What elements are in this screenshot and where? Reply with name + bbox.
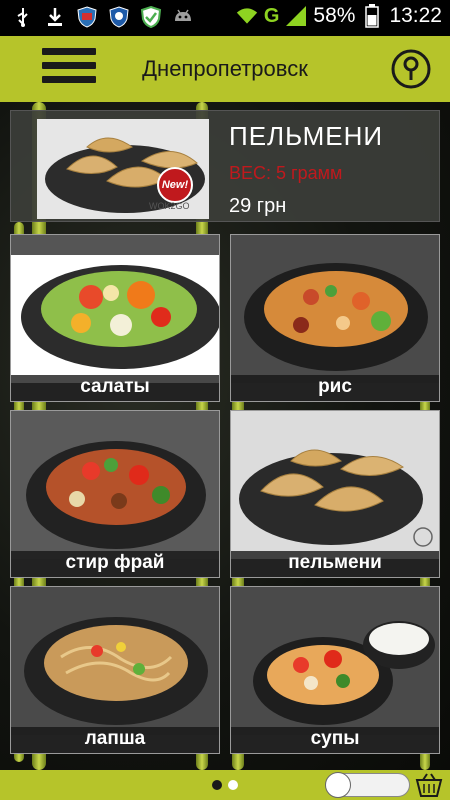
stir-fry-image (11, 411, 219, 559)
app-bar: Днепропетровск (0, 36, 450, 102)
new-badge: New! (157, 167, 193, 203)
category-label: салаты (11, 375, 219, 401)
category-tile-soups[interactable]: супы (230, 586, 440, 754)
category-tile-noodles[interactable]: лапша (10, 586, 220, 754)
rice-image (231, 235, 439, 383)
map-pin-icon[interactable] (390, 48, 432, 90)
cart-icon[interactable] (414, 772, 444, 798)
category-tile-salads[interactable]: салаты (10, 234, 220, 402)
soups-image (231, 587, 439, 735)
category-label: пельмени (231, 551, 439, 577)
download-icon (44, 6, 66, 28)
category-tile-stir-fry[interactable]: стир фрай (10, 410, 220, 578)
page-indicator (212, 780, 238, 790)
featured-title: ПЕЛЬМЕНИ (229, 121, 384, 151)
usb-icon (12, 6, 34, 28)
clock: 13:22 (389, 4, 442, 27)
battery-percent: 58% (313, 4, 356, 27)
category-label: рис (231, 375, 439, 401)
category-label: супы (231, 727, 439, 753)
android-icon (172, 6, 194, 28)
category-label: лапша (11, 727, 219, 753)
page-dot-active[interactable] (228, 780, 238, 790)
category-tile-dumplings[interactable]: пельмени (230, 410, 440, 578)
network-type: G (263, 4, 280, 27)
page-dot[interactable] (212, 780, 222, 790)
salad-image (11, 235, 219, 383)
featured-price: 29 грн (229, 195, 287, 217)
wok-logo: WOK2GO (149, 201, 190, 211)
city-title[interactable]: Днепропетровск (0, 56, 450, 82)
bottom-bar (0, 770, 450, 800)
battery-icon (361, 4, 383, 28)
status-bar: G 58% 13:22 (0, 0, 450, 36)
noodles-image (11, 587, 219, 735)
signal-icon (285, 5, 307, 27)
shield-blue-icon (108, 6, 130, 28)
wifi-icon (236, 5, 258, 27)
featured-weight: ВЕС: 5 грамм (229, 163, 343, 183)
category-tile-rice[interactable]: рис (230, 234, 440, 402)
toggle-switch[interactable] (325, 772, 410, 798)
shield-green-icon (140, 6, 162, 28)
featured-item-card[interactable]: New! WOK2GO ПЕЛЬМЕНИ ВЕС: 5 грамм 29 грн (10, 110, 440, 222)
shield-red-icon (76, 6, 98, 28)
dumplings-image (231, 411, 439, 559)
category-label: стир фрай (11, 551, 219, 577)
toggle-knob[interactable] (325, 772, 351, 798)
